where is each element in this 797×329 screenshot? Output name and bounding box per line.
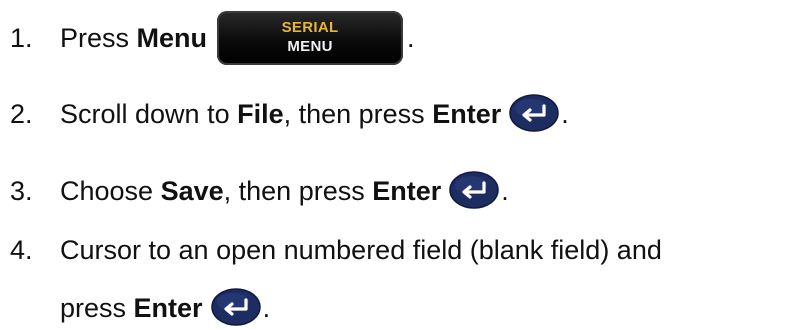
step-text: , then press [223, 176, 373, 207]
file-label: File [237, 99, 284, 130]
save-label: Save [160, 176, 224, 207]
step-number: 3. [10, 176, 33, 207]
step-period: . [407, 23, 415, 54]
enter-arrow-icon [449, 171, 500, 209]
step-period: . [501, 176, 509, 207]
step-4-continued: press Enter . [60, 288, 271, 329]
step-text: , then press [283, 99, 433, 130]
serial-key-label: SERIAL [281, 19, 339, 36]
step-number: 4. [10, 235, 33, 265]
enter-arrow-icon [509, 94, 559, 132]
enter-arrow-icon [210, 288, 261, 326]
step-text: Scroll down to [60, 99, 238, 130]
step-period: . [262, 293, 271, 324]
step-number: 1. [10, 23, 33, 54]
step-4: 4. Cursor to an open numbered field (blan… [10, 234, 662, 266]
serial-menu-key: SERIAL MENU [217, 11, 404, 65]
step-text: Cursor to an open numbered field (blank … [60, 235, 662, 265]
menu-key-label: MENU [287, 38, 333, 55]
step-text: Choose [60, 176, 161, 207]
enter-label: Enter [133, 293, 203, 324]
step-1: 1. Press Menu SERIAL MENU. [10, 11, 415, 67]
enter-label: Enter [432, 99, 502, 130]
step-text: press [60, 293, 134, 324]
step-period: . [561, 99, 569, 130]
enter-label: Enter [372, 176, 442, 207]
step-number: 2. [10, 99, 33, 130]
step-text: Press [60, 23, 137, 54]
step-3: 3. Choose Save, then press Enter . [10, 171, 509, 212]
step-2: 2. Scroll down to File, then press Enter … [10, 94, 569, 135]
menu-label: Menu [136, 23, 208, 54]
